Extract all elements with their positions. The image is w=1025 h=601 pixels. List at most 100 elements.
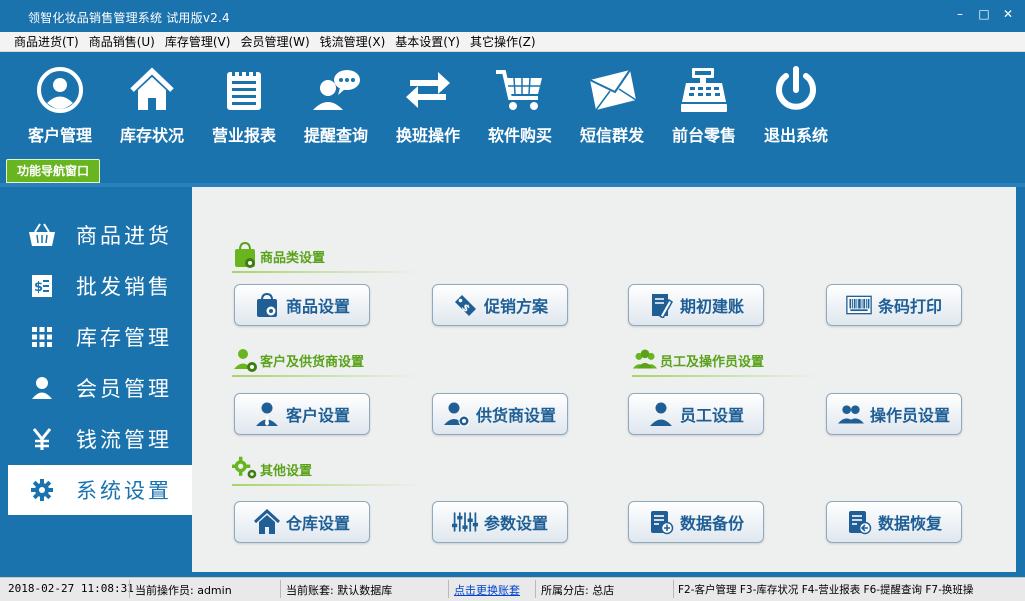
- status-divider: [448, 580, 449, 598]
- sidebar-item-label: 商品进货: [76, 224, 172, 248]
- button-label: 员工设置: [679, 406, 744, 425]
- button-label: 仓库设置: [285, 514, 350, 533]
- sidebar-item-cashflow[interactable]: 钱流管理: [8, 414, 192, 464]
- toolbar-label: 短信群发: [579, 126, 644, 145]
- maximize-button[interactable]: □: [977, 6, 991, 22]
- initial-account-button[interactable]: 期初建账: [628, 284, 764, 326]
- goods-setting-button[interactable]: 商品设置: [234, 284, 370, 326]
- menu-cashflow[interactable]: 钱流管理(X): [320, 33, 386, 51]
- data-restore-button[interactable]: 数据恢复: [826, 501, 962, 543]
- gears-icon: [232, 456, 257, 479]
- status-divider: [535, 580, 536, 598]
- button-label: 参数设置: [483, 514, 548, 533]
- users-gear-icon: [234, 349, 257, 372]
- menu-goods-sales[interactable]: 商品销售(U): [89, 33, 155, 51]
- sidebar-item-goods-purchase[interactable]: 商品进货: [8, 210, 192, 260]
- data-backup-button[interactable]: 数据备份: [628, 501, 764, 543]
- svg-text:$: $: [34, 280, 46, 295]
- title-bar: 领智化妆品销售管理系统 试用版v2.4 – □ ✕: [0, 0, 1025, 32]
- section-other-settings: 其他设置: [232, 452, 312, 482]
- sidebar-item-members[interactable]: 会员管理: [8, 363, 192, 413]
- price-tag-icon: $: [452, 292, 478, 318]
- menu-bar: 商品进货(T) 商品销售(U) 库存管理(V) 会员管理(W) 钱流管理(X) …: [0, 32, 1025, 52]
- status-divider: [673, 580, 674, 598]
- window-controls: – □ ✕: [953, 6, 1015, 22]
- gear-icon: [28, 476, 56, 504]
- operator-setting-button[interactable]: 操作员设置: [826, 393, 962, 435]
- button-label: 客户设置: [285, 406, 350, 425]
- section-underline: [232, 271, 422, 273]
- supplier-setting-button[interactable]: 供货商设置: [432, 393, 568, 435]
- toolbar-reminder-query[interactable]: 提醒查询: [290, 66, 382, 150]
- menu-other[interactable]: 其它操作(Z): [470, 33, 536, 51]
- warehouse-icon: [253, 509, 280, 535]
- close-button[interactable]: ✕: [1001, 6, 1015, 22]
- employee-setting-button[interactable]: 员工设置: [628, 393, 764, 435]
- button-label: 商品设置: [285, 297, 350, 316]
- section-customer-supplier-settings: 客户及供货商设置: [232, 343, 364, 373]
- toolbar-exit-system[interactable]: 退出系统: [750, 66, 842, 150]
- group-icon: [632, 349, 658, 369]
- section-goods-settings: 商品类设置: [232, 239, 325, 269]
- window-title: 领智化妆品销售管理系统 试用版v2.4: [28, 11, 230, 25]
- menu-members[interactable]: 会员管理(W): [240, 33, 309, 51]
- sidebar-item-wholesale[interactable]: $ 批发销售: [8, 261, 192, 311]
- toolbar-label: 库存状况: [119, 126, 184, 145]
- toolbar-label: 退出系统: [763, 126, 828, 145]
- button-label: 供货商设置: [475, 406, 556, 425]
- cash-register-icon: [681, 68, 727, 112]
- settings-panel: 商品类设置 商品设置 $ 促销方案 期初建账 条码打印 客户及供货商设置 员工及…: [192, 187, 1016, 572]
- sidebar-item-system-settings[interactable]: 系统设置: [8, 465, 192, 515]
- sidebar-item-label: 钱流管理: [76, 428, 172, 452]
- toolbar-label: 客户管理: [27, 126, 92, 145]
- menu-goods-purchase[interactable]: 商品进货(T): [14, 33, 79, 51]
- parameter-setting-button[interactable]: 参数设置: [432, 501, 568, 543]
- power-icon: [776, 66, 816, 110]
- envelope-icon: [589, 69, 637, 111]
- toolbar-front-retail[interactable]: 前台零售: [658, 66, 750, 150]
- sidebar-item-inventory[interactable]: 库存管理: [8, 312, 192, 362]
- toolbar-label: 换班操作: [395, 126, 460, 145]
- status-divider: [280, 580, 281, 598]
- status-bar: 2018-02-27 11:08:31 当前操作员: admin 当前账套: 默…: [0, 577, 1025, 601]
- sidebar: 商品进货 $ 批发销售 库存管理 会员管理 钱流管理 系统设置: [8, 196, 192, 576]
- promotion-plan-button[interactable]: $ 促销方案: [432, 284, 568, 326]
- house-icon: [130, 67, 174, 110]
- section-title: 其他设置: [260, 464, 313, 479]
- user-gear-icon: [443, 401, 470, 427]
- customer-tie-icon: [254, 401, 280, 427]
- status-hotkeys: F2-客户管理 F3-库存状况 F4-营业报表 F6-提醒查询 F7-换班操: [678, 584, 974, 596]
- document-pen-icon: [648, 292, 674, 318]
- toolbar-label: 提醒查询: [303, 126, 368, 145]
- toolbar-shift-change[interactable]: 换班操作: [382, 66, 474, 150]
- toolbar-customer-management[interactable]: 客户管理: [14, 66, 106, 150]
- button-label: 促销方案: [483, 297, 548, 316]
- button-label: 数据恢复: [877, 514, 942, 533]
- section-title: 商品类设置: [260, 251, 326, 266]
- barcode-print-button[interactable]: 条码打印: [826, 284, 962, 326]
- report-icon: [227, 69, 261, 110]
- switch-account-link[interactable]: 点击更换账套: [454, 582, 520, 598]
- bag-settings-icon: [254, 292, 280, 318]
- minimize-button[interactable]: –: [953, 6, 967, 22]
- section-underline: [232, 484, 422, 486]
- warehouse-setting-button[interactable]: 仓库设置: [234, 501, 370, 543]
- toolbar-business-report[interactable]: 营业报表: [198, 66, 290, 150]
- toolbar-software-purchase[interactable]: 软件购买: [474, 66, 566, 150]
- menu-basic-settings[interactable]: 基本设置(Y): [395, 33, 460, 51]
- customer-setting-button[interactable]: 客户设置: [234, 393, 370, 435]
- grid-icon: [28, 323, 56, 351]
- swap-icon: [406, 72, 450, 108]
- backup-document-icon: [648, 509, 674, 535]
- status-divider: [129, 580, 130, 598]
- chat-user-icon: [313, 70, 360, 110]
- user-circle-icon: [37, 67, 83, 113]
- section-underline: [232, 375, 422, 377]
- toolbar-sms-broadcast[interactable]: 短信群发: [566, 66, 658, 150]
- menu-inventory[interactable]: 库存管理(V): [165, 33, 231, 51]
- nav-window-tab[interactable]: 功能导航窗口: [6, 159, 100, 183]
- restore-document-icon: [846, 509, 872, 535]
- cart-icon: [496, 70, 542, 110]
- section-title: 员工及操作员设置: [660, 355, 765, 370]
- toolbar-inventory-status[interactable]: 库存状况: [106, 66, 198, 150]
